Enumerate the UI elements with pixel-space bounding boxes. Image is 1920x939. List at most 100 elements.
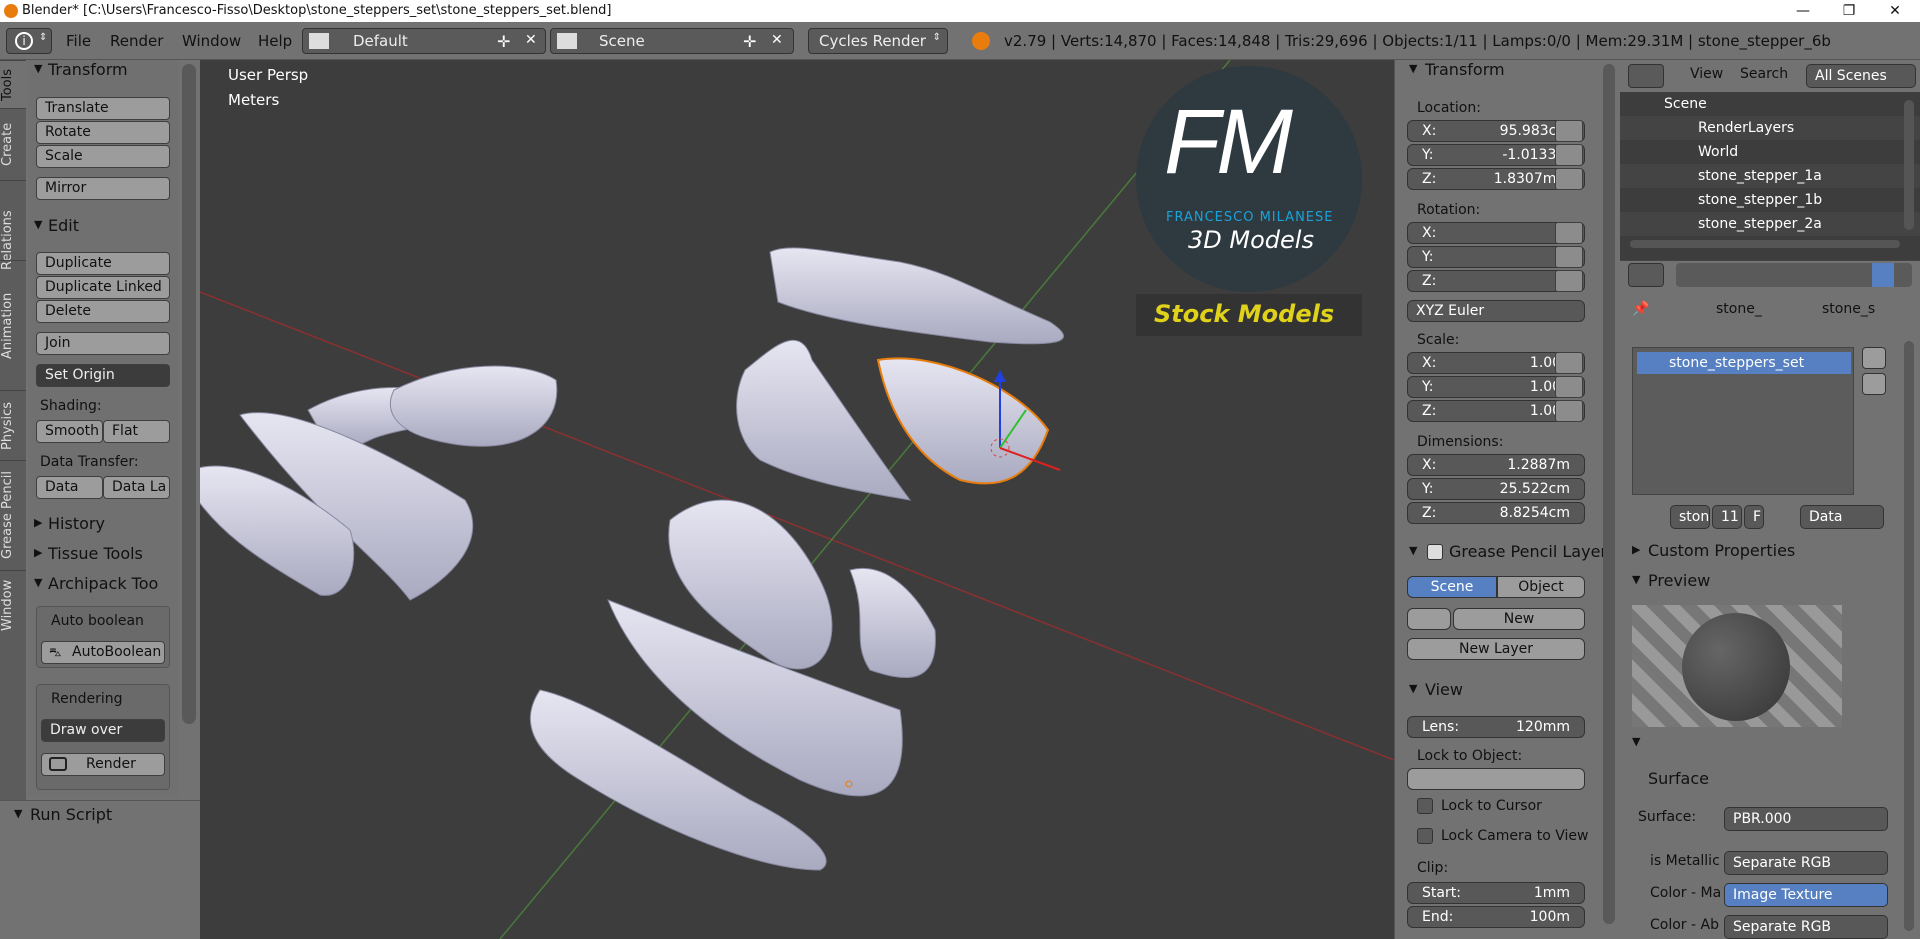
outliner-row-object[interactable]: stone_stepper_2a xyxy=(1620,212,1920,236)
shader-input-select[interactable]: Image Texture xyxy=(1724,883,1888,907)
draw-over-dropdown[interactable]: Draw over xyxy=(41,719,165,742)
history-panel-header[interactable]: History xyxy=(48,514,105,533)
duplicate-button[interactable]: Duplicate xyxy=(36,252,170,275)
sidebar-scrollbar[interactable] xyxy=(1603,64,1615,924)
duplicate-linked-button[interactable]: Duplicate Linked xyxy=(36,276,170,299)
clip-end-field[interactable]: End: 100m xyxy=(1407,906,1585,928)
preview-header[interactable]: Preview xyxy=(1648,571,1710,590)
context-tabs[interactable] xyxy=(1676,263,1912,287)
link-select[interactable]: Data xyxy=(1800,505,1884,529)
stone-mesh[interactable] xyxy=(389,365,558,447)
join-button[interactable]: Join xyxy=(36,332,170,355)
expand-arrow-icon[interactable]: ▶ xyxy=(1632,543,1640,556)
material-tab-icon[interactable] xyxy=(1872,263,1894,287)
shader-input-select[interactable]: Separate RGB xyxy=(1724,851,1888,875)
lock-icon[interactable] xyxy=(1555,144,1583,166)
tab-animation[interactable]: Animation xyxy=(0,260,26,390)
flat-button[interactable]: Flat xyxy=(103,420,170,443)
edit-panel-header[interactable]: Edit xyxy=(48,216,79,235)
add-icon[interactable]: ✛ xyxy=(743,32,756,51)
outliner-row-scene[interactable]: Scene xyxy=(1620,92,1920,116)
collapse-arrow-icon[interactable]: ▼ xyxy=(34,62,42,75)
expand-arrow-icon[interactable]: ▶ xyxy=(34,516,42,529)
rotation-mode-select[interactable]: XYZ Euler xyxy=(1407,300,1585,322)
tool-shelf-scrollbar[interactable] xyxy=(182,64,196,724)
fake-user-toggle[interactable]: F xyxy=(1744,505,1764,529)
properties-scrollbar[interactable] xyxy=(1904,341,1914,931)
run-script-header[interactable]: Run Script xyxy=(30,805,112,824)
transform-header[interactable]: Transform xyxy=(1425,60,1505,79)
lock-cursor-checkbox[interactable] xyxy=(1417,798,1433,814)
stone-mesh[interactable] xyxy=(849,568,936,678)
translate-button[interactable]: Translate xyxy=(36,97,170,120)
lock-icon[interactable] xyxy=(1555,376,1583,398)
custom-properties-header[interactable]: Custom Properties xyxy=(1648,541,1795,560)
transform-panel-header[interactable]: Transform xyxy=(48,60,128,79)
grease-pencil-layer-header[interactable]: Grease Pencil Layer xyxy=(1449,542,1607,561)
screen-layout-selector[interactable]: Default ✛ ✕ xyxy=(302,28,546,54)
collapse-arrow-icon[interactable]: ▼ xyxy=(34,576,42,589)
scene-selector[interactable]: Scene ✛ ✕ xyxy=(550,28,794,54)
data-layout-button[interactable]: Data La xyxy=(103,476,170,499)
dimension-x-field[interactable]: X: 1.2887m xyxy=(1407,454,1585,476)
outliner-vscrollbar[interactable] xyxy=(1904,100,1914,230)
grease-pencil-layer-checkbox[interactable] xyxy=(1427,544,1443,560)
lock-icon[interactable] xyxy=(1555,168,1583,190)
add-slot-icon[interactable] xyxy=(1862,347,1886,369)
gp-object-toggle[interactable]: Object xyxy=(1497,576,1585,598)
dimension-z-field[interactable]: Z: 8.8254cm xyxy=(1407,502,1585,524)
expand-arrow-icon[interactable]: ▶ xyxy=(34,546,42,559)
lock-icon[interactable] xyxy=(1555,352,1583,374)
lock-icon[interactable] xyxy=(1555,270,1583,292)
editor-type-button[interactable] xyxy=(1628,263,1664,287)
editor-type-button[interactable] xyxy=(1628,64,1664,88)
gp-new-button[interactable]: New xyxy=(1453,608,1585,630)
outliner-view-menu[interactable]: View xyxy=(1690,66,1723,82)
remove-icon[interactable]: ✕ xyxy=(525,32,537,48)
collapse-arrow-icon[interactable]: ▼ xyxy=(1409,682,1417,695)
selected-stone-mesh[interactable] xyxy=(876,357,1050,485)
pin-icon[interactable]: 📌 xyxy=(1632,301,1649,317)
remove-icon[interactable]: ✕ xyxy=(771,32,783,48)
outliner-row-world[interactable]: World xyxy=(1620,140,1920,164)
material-name-field[interactable]: ston xyxy=(1670,505,1710,529)
set-origin-dropdown[interactable]: Set Origin xyxy=(36,364,170,387)
editor-type-button[interactable]: i ⇕ xyxy=(6,28,52,54)
outliner-row-renderlayers[interactable]: RenderLayers xyxy=(1620,116,1920,140)
menu-render[interactable]: Render xyxy=(110,22,163,60)
render-engine-select[interactable]: Cycles Render ⇕ xyxy=(808,28,948,54)
material-users-count[interactable]: 11 xyxy=(1712,505,1742,529)
lock-icon[interactable] xyxy=(1555,246,1583,268)
mirror-button[interactable]: Mirror xyxy=(36,177,170,200)
collapse-arrow-icon[interactable]: ▼ xyxy=(1409,544,1417,557)
maximize-button[interactable]: ❐ xyxy=(1826,0,1872,22)
rotate-button[interactable]: Rotate xyxy=(36,121,170,144)
lock-camera-checkbox[interactable] xyxy=(1417,828,1433,844)
tab-create[interactable]: Create xyxy=(0,108,26,180)
close-button[interactable]: ✕ xyxy=(1872,0,1918,22)
outliner-row-object[interactable]: stone_stepper_1b xyxy=(1620,188,1920,212)
z-gizmo-tip[interactable] xyxy=(994,370,1006,382)
material-slot-item[interactable]: stone_steppers_set xyxy=(1637,352,1851,374)
data-transfer-button[interactable]: Data xyxy=(36,476,103,499)
tab-window[interactable]: Window xyxy=(0,570,26,640)
lens-field[interactable]: Lens: 120mm xyxy=(1407,716,1585,738)
pencil-icon[interactable] xyxy=(1407,608,1451,630)
gp-new-layer-button[interactable]: New Layer xyxy=(1407,638,1585,660)
tab-tools[interactable]: Tools xyxy=(0,60,26,108)
shader-input-select[interactable]: Separate RGB xyxy=(1724,915,1888,939)
remove-slot-icon[interactable] xyxy=(1862,373,1886,395)
outliner-row-object[interactable]: stone_stepper_1a xyxy=(1620,164,1920,188)
lock-icon[interactable] xyxy=(1555,400,1583,422)
surface-shader-select[interactable]: PBR.000 xyxy=(1724,807,1888,831)
tab-physics[interactable]: Physics xyxy=(0,390,26,460)
stone-mesh[interactable] xyxy=(769,247,1064,345)
gp-scene-toggle[interactable]: Scene xyxy=(1407,576,1497,598)
tissue-tools-header[interactable]: Tissue Tools xyxy=(48,544,143,563)
collapse-arrow-icon[interactable]: ▼ xyxy=(34,218,42,231)
view-header[interactable]: View xyxy=(1425,680,1463,699)
3d-viewport[interactable]: User Persp Meters FM FRANCESCO MILANESE … xyxy=(200,60,1394,939)
add-icon[interactable]: ✛ xyxy=(497,32,510,51)
smooth-button[interactable]: Smooth xyxy=(36,420,103,443)
clip-start-field[interactable]: Start: 1mm xyxy=(1407,882,1585,904)
